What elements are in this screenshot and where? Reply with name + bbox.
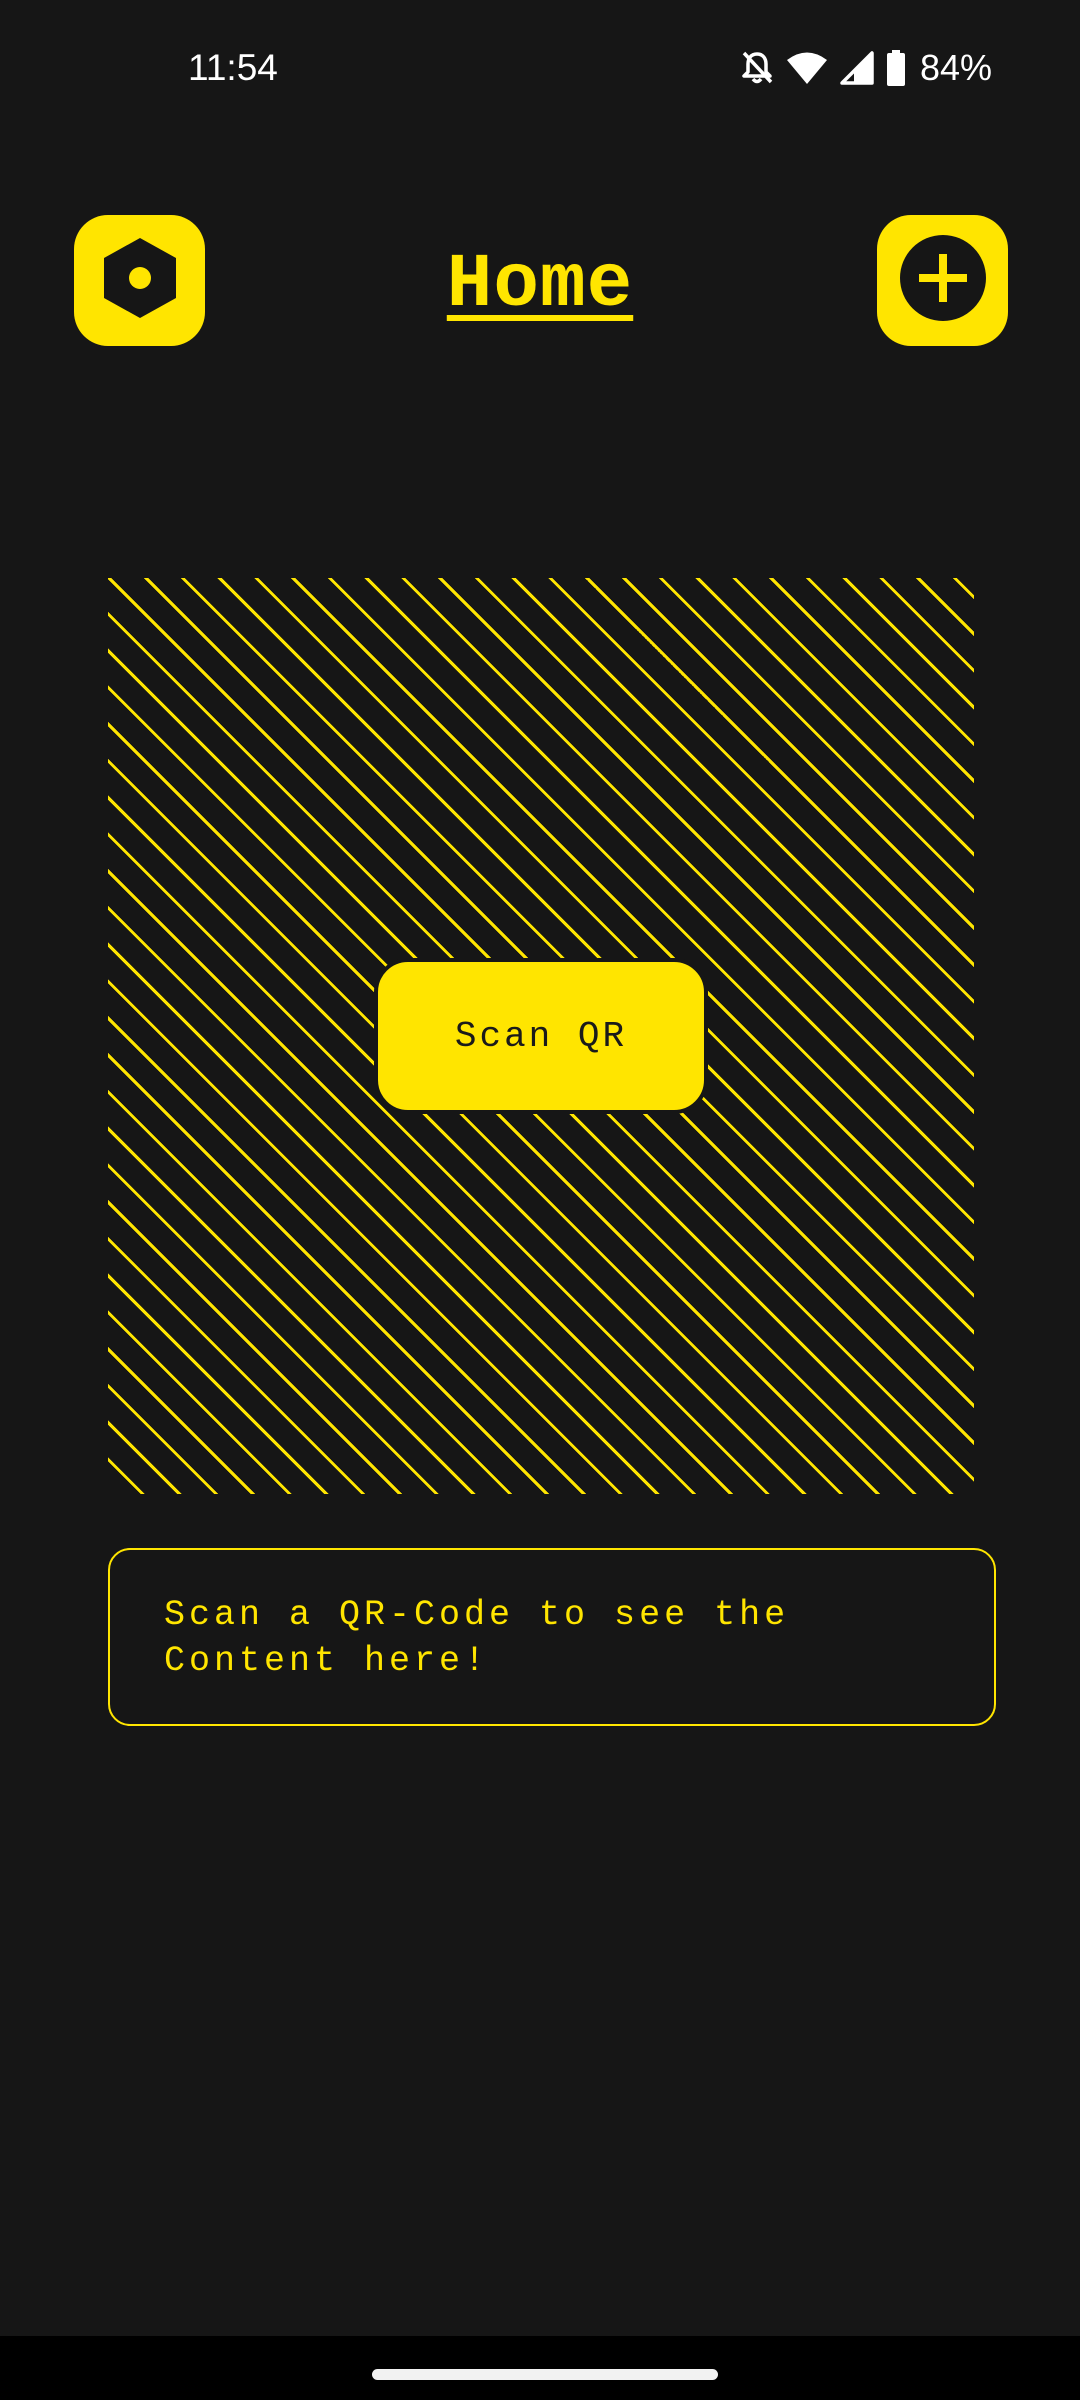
cellular-signal-icon (840, 51, 874, 85)
result-box: Scan a QR-Code to see the Content here! (108, 1548, 996, 1726)
status-icons: 84% (740, 44, 992, 92)
scan-qr-button[interactable]: Scan QR (374, 958, 708, 1114)
battery-icon (886, 50, 906, 86)
notifications-off-icon (740, 50, 774, 86)
navigation-bar (0, 2336, 1080, 2400)
home-gesture-handle[interactable] (372, 2369, 718, 2380)
wifi-icon (786, 51, 828, 85)
result-text: Scan a QR-Code to see the Content here! (164, 1595, 790, 1681)
status-time: 11:54 (188, 47, 278, 88)
add-circle-icon (899, 234, 987, 327)
status-bar: 11:54 84% (0, 0, 1080, 136)
add-button[interactable] (877, 215, 1008, 346)
battery-percent: 84% (919, 47, 992, 88)
